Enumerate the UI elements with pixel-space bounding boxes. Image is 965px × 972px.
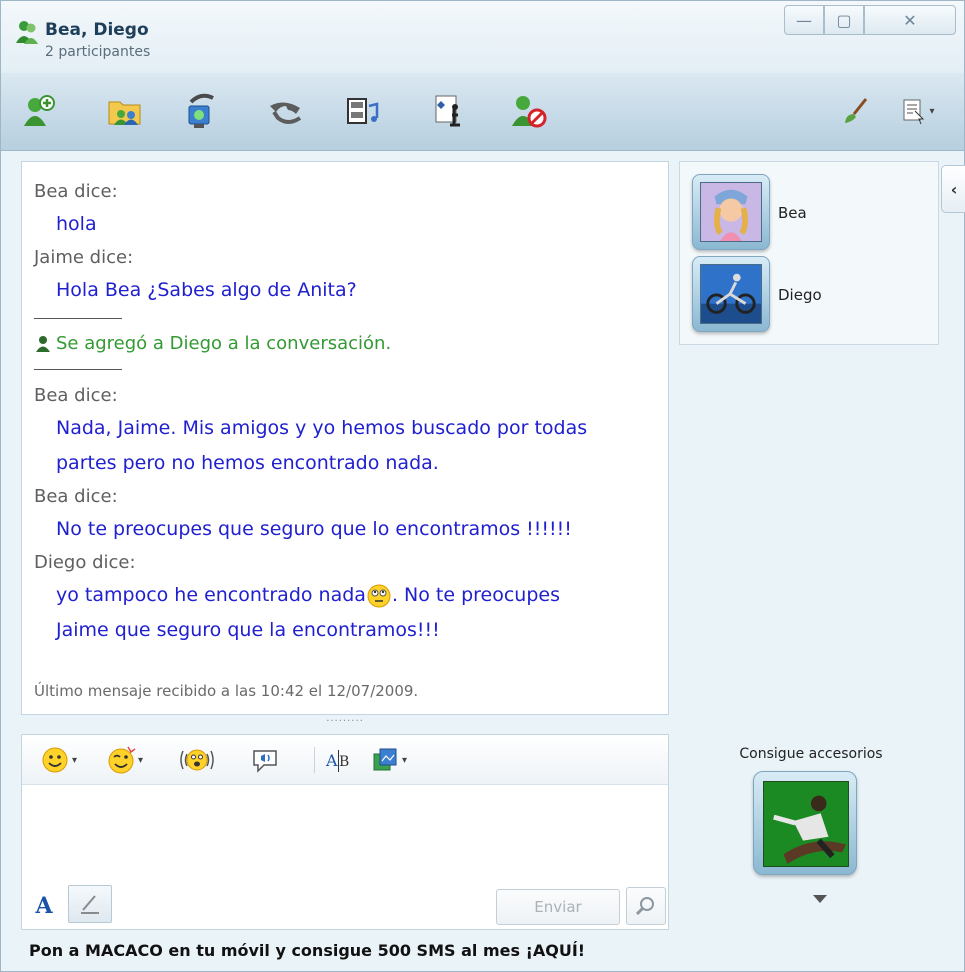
- collapse-panel-button[interactable]: ‹: [941, 165, 965, 213]
- voice-clip-icon: [253, 750, 277, 773]
- message-sender: Diego dice:: [34, 552, 136, 573]
- svg-text:B: B: [339, 754, 349, 770]
- contact-added-icon: [36, 336, 50, 352]
- contacts-icon: [16, 21, 38, 44]
- message-list: Bea dice: hola Jaime dice: Hola Bea ¿Sabes …: [34, 176, 664, 648]
- participant-bea[interactable]: Bea: [692, 174, 922, 254]
- toolbar-divider: [314, 747, 315, 773]
- voice-clip-button[interactable]: [250, 743, 280, 777]
- message-text: Nada, Jaime. Mis amigos y yo hemos busca…: [56, 417, 588, 439]
- chevron-down-icon: ▾: [402, 754, 408, 766]
- message-text-part: yo tampoco he encontrado nada: [56, 584, 366, 606]
- menu-icon: [903, 99, 925, 125]
- maximize-button[interactable]: ▢: [824, 5, 864, 35]
- avatar: [692, 256, 770, 332]
- participants-panel: Bea Diego: [679, 161, 939, 345]
- motocross-avatar-icon: [700, 264, 762, 324]
- chevron-down-icon: ▾: [72, 754, 78, 766]
- emoticons-button[interactable]: ▾: [40, 743, 77, 777]
- message-text-part: . No te preocupes: [391, 584, 560, 606]
- main-toolbar: ▾: [1, 73, 964, 151]
- svg-text:A: A: [325, 751, 338, 770]
- block-contact-icon: [512, 96, 547, 128]
- block-contact-button[interactable]: [509, 91, 549, 131]
- participant-count: 2 participantes: [45, 44, 151, 60]
- phone-icon: [270, 102, 302, 124]
- minimize-icon: —: [796, 10, 812, 30]
- add-contact-icon: [24, 95, 55, 126]
- participant-diego[interactable]: Diego: [692, 256, 922, 336]
- participant-name: Bea: [778, 204, 807, 222]
- voice-call-button[interactable]: [265, 91, 305, 131]
- games-icon: [435, 95, 460, 127]
- compose-toolbar: ▾ ▾ A B ▾: [22, 735, 668, 785]
- message-separator: [34, 318, 122, 319]
- share-files-button[interactable]: [105, 91, 145, 131]
- message-text: yo tampoco he encontrado nada . No te pre…: [34, 578, 664, 613]
- pane-splitter[interactable]: .........: [313, 714, 377, 724]
- maximize-icon: ▢: [836, 10, 852, 30]
- message-separator: [34, 369, 122, 370]
- background-icon: [373, 748, 397, 771]
- rolling-eyes-emoticon-icon: [367, 584, 391, 607]
- girl-avatar-icon: [700, 182, 762, 242]
- close-icon: ✕: [903, 10, 917, 30]
- theme-button[interactable]: [835, 91, 875, 131]
- advertisement-link[interactable]: Pon a MACACO en tu móvil y consigue 500 …: [29, 941, 585, 960]
- nudge-icon: [180, 749, 214, 771]
- conversation-window: Bea, Diego 2 participantes — ▢ ✕ ▾ Bea d…: [0, 0, 965, 972]
- folder-share-icon: [108, 101, 141, 125]
- search-button[interactable]: [626, 887, 666, 925]
- menu-button[interactable]: ▾: [889, 91, 947, 131]
- system-message: Se agregó a Diego a la conversación.: [34, 329, 664, 359]
- media-activities-icon: [347, 98, 379, 124]
- participant-name: Diego: [778, 286, 822, 304]
- conversation-history[interactable]: Bea dice: hola Jaime dice: Hola Bea ¿Sabes …: [21, 161, 669, 715]
- message-sender: Bea dice:: [34, 486, 118, 507]
- message-sender: Bea dice:: [34, 385, 118, 406]
- winks-button[interactable]: ▾: [106, 743, 143, 777]
- message-input[interactable]: [22, 787, 668, 879]
- accessories-dropdown-icon[interactable]: [813, 895, 827, 903]
- window-title: Bea, Diego: [45, 20, 149, 40]
- chevron-down-icon: ▾: [138, 754, 144, 766]
- text-format-button[interactable]: A: [28, 889, 60, 923]
- font-button[interactable]: A B: [324, 743, 354, 777]
- invite-contact-button[interactable]: [19, 91, 59, 131]
- message-compose-area: ▾ ▾ A B ▾ A Enviar: [21, 734, 669, 930]
- font-icon: A B: [325, 750, 349, 772]
- activities-button[interactable]: [343, 91, 383, 131]
- chevron-down-icon: ▾: [929, 105, 935, 117]
- accessory-display-picture[interactable]: [753, 771, 857, 875]
- chevron-left-icon: ‹: [950, 179, 958, 199]
- search-icon: [635, 897, 654, 916]
- webcam-call-icon: [188, 93, 214, 128]
- smiley-icon: [42, 747, 68, 773]
- close-button[interactable]: ✕: [864, 5, 956, 35]
- message-sender: Bea dice:: [34, 181, 118, 202]
- message-text: partes pero no hemos encontrado nada.: [56, 452, 439, 474]
- wink-icon: [108, 746, 136, 774]
- pen-icon: [81, 895, 99, 914]
- title-bar: Bea, Diego 2 participantes — ▢ ✕: [1, 1, 964, 73]
- last-message-status: Último mensaje recibido a las 10:42 el 1…: [34, 682, 419, 700]
- message-text: Jaime que seguro que la encontramos!!!: [56, 619, 440, 641]
- message-sender: Jaime dice:: [34, 247, 134, 268]
- message-text: hola: [56, 213, 97, 235]
- message-text: Hola Bea ¿Sabes algo de Anita?: [56, 279, 357, 301]
- handwriting-button[interactable]: [68, 885, 112, 923]
- video-call-button[interactable]: [181, 91, 221, 131]
- accessories-label: Consigue accesorios: [739, 746, 883, 762]
- nudge-button[interactable]: [178, 743, 216, 777]
- skater-avatar-icon: [763, 781, 849, 867]
- games-button[interactable]: [429, 91, 469, 131]
- avatar: [692, 174, 770, 250]
- brush-icon: [845, 98, 868, 123]
- message-text: No te preocupes que seguro que lo encont…: [56, 518, 572, 540]
- system-message-text: Se agregó a Diego a la conversación.: [56, 333, 392, 354]
- format-bar: A Enviar: [22, 879, 668, 929]
- send-button[interactable]: Enviar: [496, 889, 620, 925]
- minimize-button[interactable]: —: [784, 5, 824, 35]
- backgrounds-button[interactable]: ▾: [370, 743, 407, 777]
